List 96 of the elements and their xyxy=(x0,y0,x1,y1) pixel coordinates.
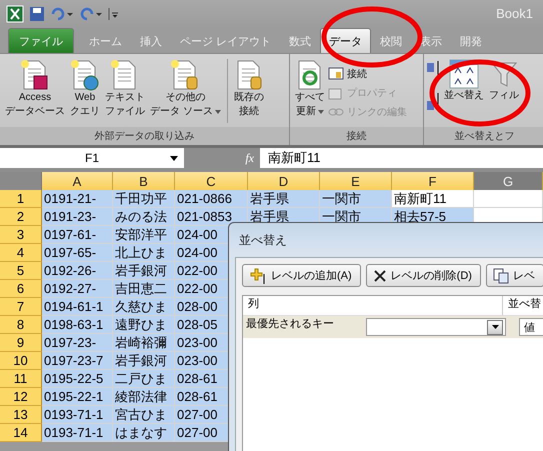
column-header[interactable]: C xyxy=(175,172,248,190)
table-cell: 0192-27- xyxy=(42,280,113,298)
group-label: 並べ替えとフ xyxy=(424,127,543,145)
table-cell: 南新町11 xyxy=(392,190,474,208)
dialog-button[interactable]: レベルの追加(A) xyxy=(242,264,361,287)
ribbon-button[interactable]: すべて 更新 xyxy=(293,57,327,121)
table-cell: 岩崎裕彌 xyxy=(113,334,175,352)
group-label: 接続 xyxy=(290,127,423,145)
properties-icon xyxy=(328,86,344,100)
table-cell xyxy=(474,190,543,208)
table-cell: 0195-22-5 xyxy=(42,370,113,388)
ribbon-button[interactable]: その他の データ ソース xyxy=(148,57,223,121)
table-cell: はまなす xyxy=(113,424,175,442)
table-cell: 岩手銀河 xyxy=(113,352,175,370)
table-cell: 遠野ひま xyxy=(113,316,175,334)
dropdown-caret-icon xyxy=(214,110,221,114)
row-header[interactable]: 4 xyxy=(0,244,42,262)
formula-input[interactable]: 南新町11 xyxy=(260,149,320,167)
table-cell: 0197-23- xyxy=(42,334,113,352)
table-cell: 吉田恵二 xyxy=(113,280,175,298)
table-cell: 綾部法律 xyxy=(113,388,175,406)
level-label: 最優先されるキー xyxy=(246,317,335,331)
row-header[interactable]: 10 xyxy=(0,352,42,370)
document-icon xyxy=(20,59,50,91)
column-header[interactable]: G xyxy=(474,172,543,190)
table-cell: 0197-23-7 xyxy=(42,352,113,370)
row-header[interactable]: 8 xyxy=(0,316,42,334)
row-header[interactable]: 9 xyxy=(0,334,42,352)
column-header[interactable]: F xyxy=(392,172,474,190)
table-cell: 宮古ひま xyxy=(113,406,175,424)
ribbon-button[interactable]: Access データベース xyxy=(3,57,67,121)
dialog-button[interactable]: レベルの削除(D) xyxy=(366,264,481,287)
table-cell: 一関市 xyxy=(320,190,392,208)
dropdown-arrow-icon[interactable] xyxy=(170,156,178,161)
window-title: Book1 xyxy=(496,6,533,21)
table-cell: 0197-61- xyxy=(42,226,113,244)
link-icon xyxy=(328,107,344,117)
table-cell: 021-0866 xyxy=(175,190,248,208)
ribbon-button[interactable]: Web クエリ xyxy=(68,57,102,121)
ribbon-button[interactable]: 既存の 接続 xyxy=(232,57,266,121)
row-header[interactable]: 12 xyxy=(0,388,42,406)
ribbon-button[interactable]: 並べ替え xyxy=(442,57,486,105)
copy-icon xyxy=(492,268,509,284)
dropdown-button[interactable] xyxy=(487,320,503,334)
ribbon-button[interactable]: テキスト ファイル xyxy=(103,57,147,121)
spreadsheet-logo-icon xyxy=(6,4,24,22)
table-cell: 北上ひま xyxy=(113,244,175,262)
column-dropdown[interactable] xyxy=(366,318,506,336)
row-header[interactable]: 5 xyxy=(0,262,42,280)
table-cell: 安部洋平 xyxy=(113,226,175,244)
sort-on-dropdown[interactable]: 値 xyxy=(519,318,543,336)
table-cell: 岩手県 xyxy=(248,190,320,208)
connection-icon xyxy=(328,67,344,81)
table-cell: 0193-71-1 xyxy=(42,406,113,424)
add-level-icon xyxy=(249,268,267,284)
ribbon-button[interactable]: フィル xyxy=(487,57,521,105)
table-cell: 021-0853 xyxy=(175,208,248,226)
save-icon[interactable] xyxy=(29,6,45,22)
document-database-icon xyxy=(170,59,200,91)
row-header[interactable]: 7 xyxy=(0,298,42,316)
table-cell: 0197-65- xyxy=(42,244,113,262)
column-heading: 並べ替 xyxy=(503,296,543,315)
level-row[interactable]: 最優先されるキー 値 xyxy=(243,316,543,338)
dropdown-caret-icon xyxy=(318,110,324,114)
customize-toolbar-icon[interactable] xyxy=(108,6,118,22)
row-header[interactable]: 3 xyxy=(0,226,42,244)
column-header[interactable]: D xyxy=(248,172,320,190)
document-globe-icon xyxy=(70,59,100,91)
table-cell: 二戸ひま xyxy=(113,370,175,388)
table-cell: 久慈ひま xyxy=(113,298,175,316)
column-header[interactable]: B xyxy=(113,172,175,190)
table-cell: 0195-22-1 xyxy=(42,388,113,406)
dialog-button[interactable]: レベ xyxy=(486,264,543,287)
close-icon xyxy=(372,268,387,282)
dropdown-arrow-icon xyxy=(492,325,498,329)
row-header[interactable]: 13 xyxy=(0,406,42,424)
table-cell: みのる法 xyxy=(113,208,175,226)
table-cell: 岩手銀河 xyxy=(113,262,175,280)
table-cell: 0193-71-1 xyxy=(42,424,113,442)
table-cell: 0192-26- xyxy=(42,262,113,280)
group-label: 外部データの取り込み xyxy=(0,127,289,145)
table-cell: 0191-23- xyxy=(42,208,113,226)
column-header[interactable]: E xyxy=(320,172,392,190)
column-header[interactable]: A xyxy=(42,172,113,190)
column-heading: 列 xyxy=(243,296,503,315)
table-cell: 0194-61-1 xyxy=(42,298,113,316)
row-header[interactable]: 6 xyxy=(0,280,42,298)
row-header[interactable]: 1 xyxy=(0,190,42,208)
ribbon-button[interactable]: 接続 xyxy=(328,65,407,83)
table-cell: 0191-21- xyxy=(42,190,113,208)
table-cell: 千田功平 xyxy=(113,190,175,208)
file-tab[interactable]: ファイル xyxy=(8,28,74,53)
row-header[interactable]: 11 xyxy=(0,370,42,388)
row-header[interactable]: 2 xyxy=(0,208,42,226)
table-cell: 0198-63-1 xyxy=(42,316,113,334)
row-header[interactable]: 14 xyxy=(0,424,42,442)
